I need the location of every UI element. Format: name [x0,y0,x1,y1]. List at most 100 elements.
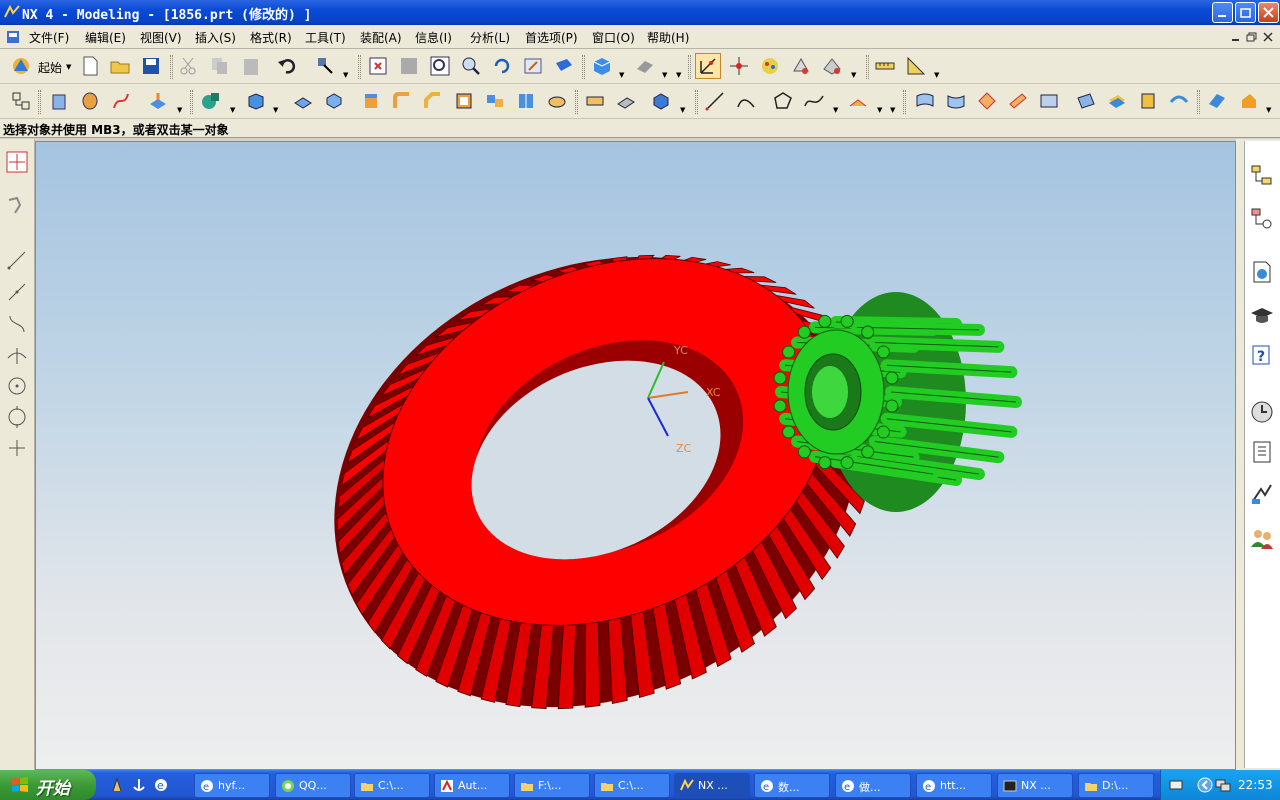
taskbar-item[interactable]: e hyf... [194,773,270,798]
start-dropdown-icon[interactable]: ▼ [66,63,71,71]
edge-blend-icon[interactable] [389,88,415,114]
network-icon[interactable] [1215,777,1231,793]
save-icon[interactable] [138,53,164,79]
taskbar-item[interactable]: D:\... [1078,773,1154,798]
line-icon[interactable] [702,88,728,114]
menu-window[interactable]: 窗口(O) [592,29,635,46]
zoom-icon[interactable] [427,53,453,79]
swept-surface-icon[interactable] [1005,88,1031,114]
chamfer-icon[interactable] [420,88,446,114]
part-navigator-toggle-icon[interactable] [8,88,34,114]
menu-view[interactable]: 视图(V) [140,29,182,46]
fit-view-icon[interactable] [365,53,391,79]
spline-icon[interactable] [801,88,827,114]
system-materials-icon[interactable] [1249,439,1275,465]
snap-point-icon[interactable] [6,151,28,173]
quicklaunch-anchor-icon[interactable] [131,777,147,793]
shaded-view-icon[interactable] [589,53,615,79]
offset-surface-icon[interactable] [1104,88,1130,114]
move-layer-icon[interactable] [788,53,814,79]
toolbar-options-icon[interactable]: ▼ [676,71,681,79]
taskbar-item-active[interactable]: NX ... [674,773,750,798]
keyboard-icon[interactable] [1169,778,1183,792]
spline-tool-icon[interactable] [6,313,28,335]
gear-assembly-model[interactable]: YC XC ZC [36,142,1236,770]
toolbar-options-icon-2[interactable]: ▼ [890,106,895,114]
training-icon[interactable] [1249,303,1275,329]
copy-icon[interactable] [207,53,233,79]
datum-plane-icon[interactable] [145,88,171,114]
ruled-surface-icon[interactable] [912,88,938,114]
surface-operation-icon[interactable] [1236,88,1262,114]
start-menu-label[interactable]: 起始 [38,59,62,76]
paste-icon[interactable] [238,53,264,79]
measure-angle-icon[interactable] [903,53,929,79]
copy-layer-icon[interactable] [819,53,845,79]
taskbar-item[interactable]: F:\... [514,773,590,798]
doc-close-icon[interactable] [1262,31,1274,43]
datum-dropdown-icon[interactable]: ▼ [177,106,182,114]
through-mesh-icon[interactable] [974,88,1000,114]
primitive-dropdown-icon[interactable]: ▼ [273,106,278,114]
pan-icon[interactable] [520,53,546,79]
menu-file[interactable]: 文件(F) [29,29,69,46]
section-surface-icon[interactable] [1036,88,1062,114]
trim-body-icon[interactable] [582,88,608,114]
undo-icon[interactable] [274,53,300,79]
mirror-feature-icon[interactable] [513,88,539,114]
sweep-icon[interactable] [108,88,134,114]
intersection-tool-icon[interactable] [6,344,28,366]
taskbar-item[interactable]: e 做... [835,773,911,798]
measure-dropdown-icon[interactable]: ▼ [934,71,939,79]
doc-restore-icon[interactable] [1246,31,1258,43]
layer-dropdown-icon[interactable]: ▼ [851,71,856,79]
render-dropdown-icon[interactable]: ▼ [619,71,624,79]
menu-assembly[interactable]: 装配(A) [360,29,402,46]
background-dropdown-icon[interactable]: ▼ [662,71,667,79]
tray-expand-icon[interactable] [1197,777,1213,793]
taskbar-item[interactable]: C:\... [354,773,430,798]
through-curves-icon[interactable] [943,88,969,114]
circle-point-icon[interactable] [6,375,28,397]
minimize-button[interactable] [1212,2,1233,23]
zoom-in-out-icon[interactable] [458,53,484,79]
extrude-icon[interactable] [46,88,72,114]
menu-information[interactable]: 信息(I) [415,29,452,46]
menu-format[interactable]: 格式(R) [250,29,292,46]
maximize-button[interactable] [1235,2,1256,23]
hole-icon[interactable] [290,88,316,114]
boss-icon[interactable] [321,88,347,114]
thicken-icon[interactable] [1204,88,1230,114]
pad-icon[interactable] [358,88,384,114]
roles-icon[interactable] [1249,525,1275,551]
doc-minimize-icon[interactable] [1230,31,1242,43]
close-button[interactable] [1258,2,1279,23]
selection-dropdown-icon[interactable]: ▼ [343,71,348,79]
sew-icon[interactable] [648,88,674,114]
part-navigator-icon[interactable] [1249,206,1275,232]
selection-options-icon[interactable] [312,53,338,79]
arc-icon[interactable] [733,88,759,114]
taskbar-item[interactable]: NX ... [997,773,1073,798]
circle-tool-icon[interactable] [6,406,28,428]
feature-dropdown-icon[interactable]: ▼ [680,106,685,114]
menu-edit[interactable]: 编辑(E) [85,29,126,46]
menu-analysis[interactable]: 分析(L) [470,29,510,46]
cut-icon[interactable] [176,53,202,79]
surface-dropdown-icon[interactable]: ▼ [1266,106,1271,114]
web-browser-icon[interactable] [1249,259,1275,285]
help-icon[interactable]: ? [1249,343,1275,369]
revolve-icon[interactable] [77,88,103,114]
menu-help[interactable]: 帮助(H) [647,29,689,46]
open-folder-icon[interactable] [107,53,133,79]
history-icon[interactable] [1249,399,1275,425]
assembly-navigator-icon[interactable] [1249,163,1275,189]
graphics-viewport[interactable]: YCXCZC /S [35,141,1236,770]
taskbar-item[interactable]: Aut... [434,773,510,798]
taskbar-item[interactable]: QQ... [275,773,351,798]
taskbar-item[interactable]: e htt... [916,773,992,798]
background-icon[interactable] [632,53,658,79]
curve-operation-icon[interactable] [845,88,871,114]
document-icon[interactable] [6,30,20,44]
point-tool-icon[interactable] [6,437,28,459]
